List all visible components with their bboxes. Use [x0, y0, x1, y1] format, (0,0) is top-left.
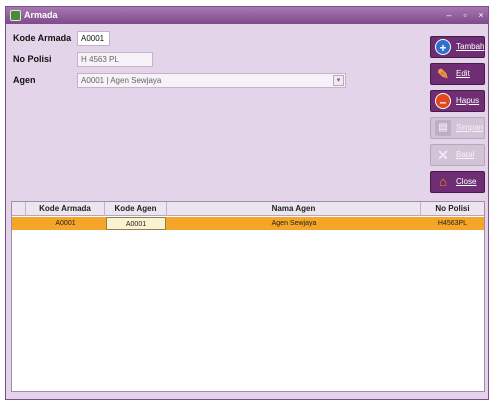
- minimize-button[interactable]: –: [442, 9, 456, 21]
- restore-button[interactable]: ▫: [458, 9, 472, 21]
- agen-combobox-value: A0001 | Agen Sewjaya: [81, 76, 162, 85]
- close-label: Close: [456, 177, 477, 186]
- table-row[interactable]: A0001 A0001 Agen Sewjaya H4563PL: [12, 217, 484, 230]
- home-icon: ⌂: [439, 174, 447, 189]
- app-icon: [10, 10, 21, 21]
- save-icon: ▤: [435, 120, 451, 136]
- column-header-nama-agen[interactable]: Nama Agen: [167, 202, 421, 216]
- armada-window: Armada – ▫ × Kode Armada A0001 No Polisi…: [5, 6, 489, 400]
- no-polisi-label: No Polisi: [13, 54, 52, 64]
- close-window-button[interactable]: ×: [474, 9, 488, 21]
- batal-button[interactable]: ✕ Batal: [430, 144, 485, 166]
- column-header-kode-agen[interactable]: Kode Agen: [105, 202, 167, 216]
- hapus-button[interactable]: – Hapus: [430, 90, 485, 112]
- window-title: Armada: [24, 10, 58, 20]
- kode-armada-label: Kode Armada: [13, 33, 72, 43]
- grid-header: Kode Armada Kode Agen Nama Agen No Polis…: [12, 202, 484, 216]
- tambah-button[interactable]: + Tambah: [430, 36, 485, 58]
- no-polisi-field[interactable]: H 4563 PL: [77, 52, 153, 67]
- close-button[interactable]: ⌂ Close: [430, 171, 485, 193]
- edit-button[interactable]: ✎ Edit: [430, 63, 485, 85]
- column-header-kode-armada[interactable]: Kode Armada: [26, 202, 105, 216]
- armada-grid[interactable]: Kode Armada Kode Agen Nama Agen No Polis…: [11, 201, 485, 392]
- chevron-down-icon[interactable]: ▾: [333, 75, 344, 86]
- batal-label: Batal: [456, 150, 475, 159]
- cell-nama-agen[interactable]: Agen Sewjaya: [167, 217, 421, 230]
- agen-label: Agen: [13, 75, 36, 85]
- edit-label: Edit: [456, 69, 470, 78]
- cancel-x-icon: ✕: [437, 147, 449, 163]
- row-selector-header: [12, 202, 26, 216]
- simpan-label: Simpan: [456, 123, 484, 132]
- plus-icon: +: [435, 39, 451, 55]
- hapus-label: Hapus: [456, 96, 480, 105]
- column-header-no-polisi[interactable]: No Polisi: [421, 202, 484, 216]
- simpan-button[interactable]: ▤ Simpan: [430, 117, 485, 139]
- title-bar[interactable]: Armada – ▫ ×: [6, 7, 488, 24]
- kode-armada-field[interactable]: A0001: [77, 31, 110, 46]
- agen-combobox[interactable]: A0001 | Agen Sewjaya ▾: [77, 73, 346, 88]
- pencil-icon: ✎: [437, 66, 449, 82]
- cell-kode-armada[interactable]: A0001: [26, 217, 105, 230]
- minus-icon: –: [435, 93, 451, 109]
- cell-kode-agen[interactable]: A0001: [106, 217, 166, 230]
- cell-no-polisi[interactable]: H4563PL: [421, 217, 484, 230]
- tambah-label: Tambah: [456, 42, 485, 51]
